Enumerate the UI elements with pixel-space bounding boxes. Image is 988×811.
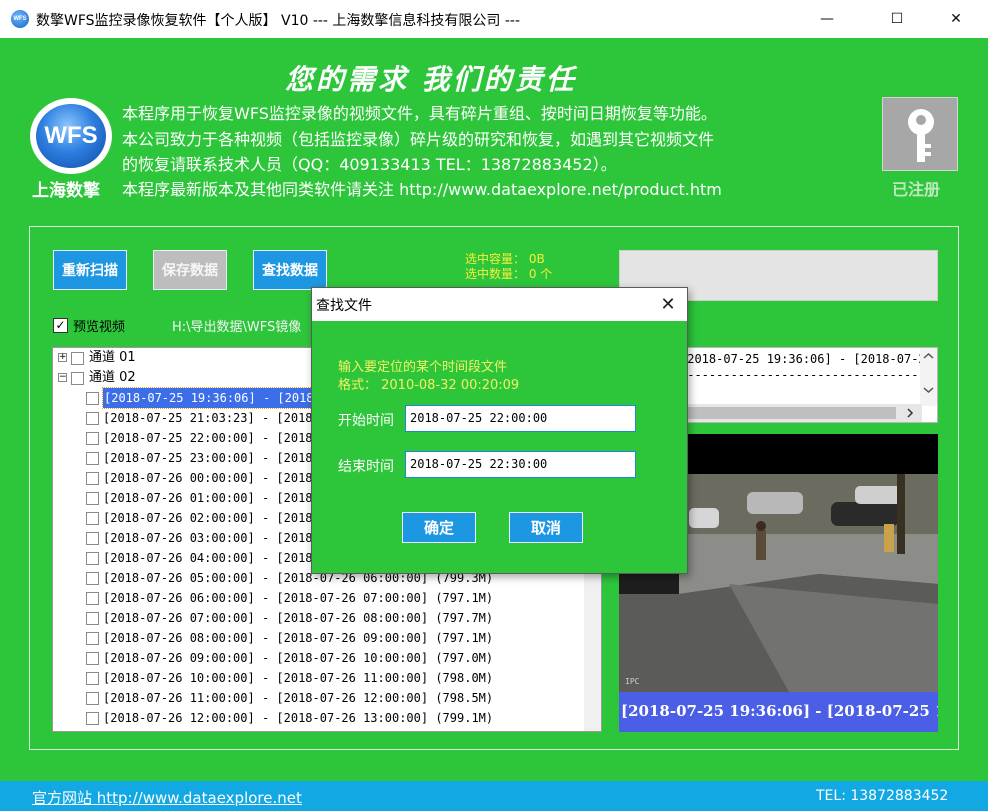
checkbox[interactable]: [86, 392, 99, 405]
dialog-close-icon[interactable]: ✕: [653, 290, 683, 318]
video-caption: [2018-07-25 19:36:06] - [2018-07-25 19:3…: [621, 702, 938, 720]
checkbox[interactable]: [86, 592, 99, 605]
save-data-button[interactable]: 保存数据: [153, 250, 227, 290]
end-time-label: 结束时间: [338, 459, 394, 475]
window-title: 数擎WFS监控录像恢复软件【个人版】 V10 --- 上海数擎信息科技有限公司 …: [36, 13, 521, 29]
cancel-button[interactable]: 取消: [509, 512, 583, 543]
find-data-button[interactable]: 查找数据: [253, 250, 327, 290]
find-file-dialog: 查找文件 ✕ 输入要定位的某个时间段文件 格式： 2010-08-32 00:2…: [311, 287, 688, 574]
info-vertical-scrollbar[interactable]: [920, 348, 937, 406]
description-line: 本程序最新版本及其他同类软件请关注 http://www.dataexplore…: [122, 180, 722, 199]
tree-item-label: [2018-07-26 11:00:00] - [2018-07-26 12:0…: [103, 691, 494, 705]
rescan-button[interactable]: 重新扫描: [53, 250, 127, 290]
checkbox[interactable]: [86, 492, 99, 505]
start-time-input[interactable]: 2018-07-25 22:00:00: [405, 405, 636, 432]
tree-item[interactable]: [2018-07-26 11:00:00] - [2018-07-26 12:0…: [53, 688, 586, 708]
end-time-input[interactable]: 2018-07-25 22:30:00: [405, 451, 636, 478]
ok-button[interactable]: 确定: [402, 512, 476, 543]
checkbox[interactable]: [86, 452, 99, 465]
preview-video-checkbox[interactable]: ✓: [53, 318, 68, 333]
company-name: 上海数擎: [32, 181, 100, 201]
info-line: [2018-07-25 19:36:06] - [2018-07-25 19:3…: [680, 352, 937, 366]
start-time-label: 开始时间: [338, 413, 394, 429]
checkbox[interactable]: [71, 372, 84, 385]
status-bar: 官方网站 http://www.dataexplore.net TEL: 138…: [0, 781, 988, 811]
wfs-logo-text: WFS: [36, 104, 106, 168]
tree-item-label: [2018-07-26 10:00:00] - [2018-07-26 11:0…: [103, 671, 494, 685]
app-logo-icon: WFS: [11, 10, 29, 28]
official-website-link[interactable]: 官方网站 http://www.dataexplore.net: [32, 787, 302, 808]
tree-item-label: [2018-07-26 12:00:00] - [2018-07-26 13:0…: [103, 711, 494, 725]
checkbox[interactable]: [86, 632, 99, 645]
checkbox[interactable]: [86, 692, 99, 705]
group-label: 通道 01: [89, 350, 136, 365]
tree-item-label: [2018-07-26 07:00:00] - [2018-07-26 08:0…: [103, 611, 494, 625]
tree-item-label: [2018-07-26 06:00:00] - [2018-07-26 07:0…: [103, 591, 494, 605]
title-bar: WFS 数擎WFS监控录像恢复软件【个人版】 V10 --- 上海数擎信息科技有…: [0, 0, 988, 38]
expand-icon[interactable]: +: [58, 353, 67, 362]
checkbox[interactable]: [71, 352, 84, 365]
selected-count: 选中数量： 0 个: [465, 267, 553, 281]
video-caption-bar: [2018-07-25 19:36:06] - [2018-07-25 19:3…: [619, 692, 938, 732]
export-path: H:\导出数据\WFS镜像: [172, 320, 302, 335]
minimize-button[interactable]: —: [804, 0, 850, 38]
checkbox[interactable]: [86, 552, 99, 565]
checkbox[interactable]: [86, 432, 99, 445]
checkbox[interactable]: [86, 572, 99, 585]
tree-item[interactable]: [2018-07-26 12:00:00] - [2018-07-26 13:0…: [53, 708, 586, 728]
registered-label: 已注册: [892, 180, 941, 199]
description-line: 的恢复请联系技术人员（QQ：409133413 TEL：13872883452）…: [122, 155, 617, 174]
checkbox[interactable]: [86, 652, 99, 665]
checkbox[interactable]: [86, 532, 99, 545]
tree-item-label: [2018-07-26 09:00:00] - [2018-07-26 10:0…: [103, 651, 494, 665]
dialog-format-hint: 格式： 2010-08-32 00:20:09: [338, 378, 520, 393]
checkbox[interactable]: [86, 672, 99, 685]
tree-item[interactable]: [2018-07-26 10:00:00] - [2018-07-26 11:0…: [53, 668, 586, 688]
scroll-thumb[interactable]: [680, 407, 896, 419]
tree-item-label: [2018-07-26 08:00:00] - [2018-07-26 09:0…: [103, 631, 494, 645]
slogan: 您的需求 我们的责任: [285, 63, 577, 96]
dialog-title-bar: 查找文件 ✕: [312, 288, 687, 321]
collapse-icon[interactable]: −: [58, 373, 67, 382]
svg-text:IPC: IPC: [625, 677, 640, 686]
telephone: TEL: 13872883452: [816, 788, 949, 804]
preview-video-label: 预览视频: [73, 320, 126, 335]
dialog-prompt: 输入要定位的某个时间段文件: [338, 360, 508, 375]
checkbox[interactable]: [86, 472, 99, 485]
key-icon[interactable]: [882, 97, 958, 171]
description-line: 本公司致力于各种视频（包括监控录像）碎片级的研究和恢复，如遇到其它视频文件: [122, 130, 715, 149]
checkbox[interactable]: [86, 512, 99, 525]
description-line: 本程序用于恢复WFS监控录像的视频文件，具有碎片重组、按时间日期恢复等功能。: [122, 104, 717, 123]
checkbox[interactable]: [86, 412, 99, 425]
checkbox[interactable]: [86, 612, 99, 625]
close-button[interactable]: ✕: [933, 0, 979, 38]
dialog-title: 查找文件: [316, 298, 372, 314]
maximize-button[interactable]: ☐: [874, 0, 920, 38]
tree-item[interactable]: [2018-07-26 07:00:00] - [2018-07-26 08:0…: [53, 608, 586, 628]
checkbox[interactable]: [86, 712, 99, 725]
tree-item[interactable]: [2018-07-26 08:00:00] - [2018-07-26 09:0…: [53, 628, 586, 648]
info-line: ----------------------------------------…: [680, 368, 937, 382]
group-label: 通道 02: [89, 370, 136, 385]
tree-item[interactable]: [2018-07-26 06:00:00] - [2018-07-26 07:0…: [53, 588, 586, 608]
wfs-logo-icon: WFS: [30, 98, 112, 174]
tree-item[interactable]: [2018-07-26 09:00:00] - [2018-07-26 10:0…: [53, 648, 586, 668]
